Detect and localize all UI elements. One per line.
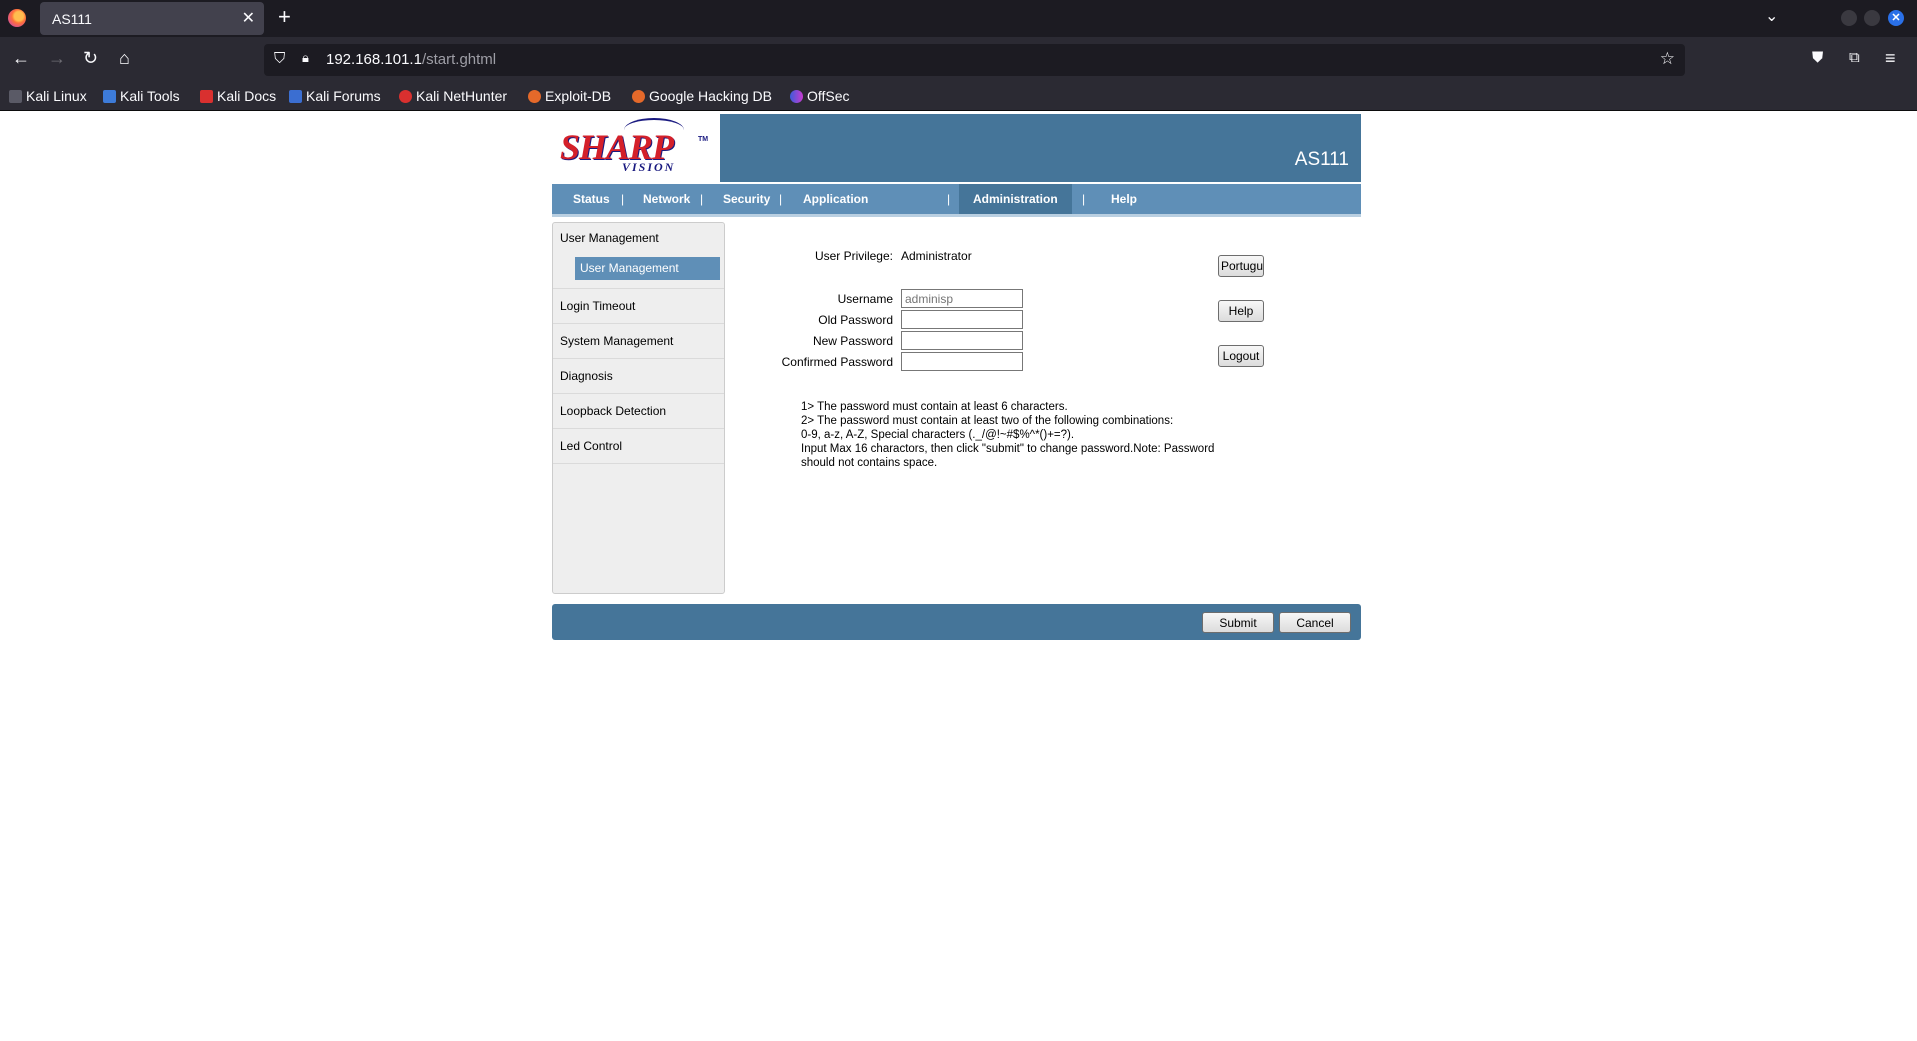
page-header: SHARP VISION TM AS111 [552,114,1361,182]
password-rule-2: 2> The password must contain at least tw… [801,415,1174,427]
new-password-label: New Password [812,334,893,348]
bookmark-offsec[interactable]: OffSec [790,88,850,104]
url-path: /start.ghtml [421,51,497,68]
bookmark-kali-linux[interactable]: Kali Linux [9,88,87,104]
kali-forums-icon [289,90,302,103]
bookmark-label: Kali Forums [306,88,381,104]
bookmark-label: Kali Docs [217,88,277,104]
sidebar-item-system-management[interactable]: System Management [553,324,724,359]
menu-help[interactable]: Help [1097,184,1151,214]
url-text[interactable]: 192.168.101.1/start.ghtml [326,51,496,68]
google-hacking-db-icon [632,90,645,103]
menu-separator: | [1082,192,1086,206]
menu-application[interactable]: Application [789,184,882,214]
menu-separator: | [947,192,951,206]
sidebar-item-led-control[interactable]: Led Control [553,429,724,464]
password-rule-3: 0-9, a-z, A-Z, Special characters (._/@!… [801,429,1075,441]
bookmark-label: Kali Tools [120,88,180,104]
help-button[interactable]: Help [1218,300,1264,322]
home-icon[interactable]: ⌂ [119,48,130,68]
menu-separator: | [779,192,783,206]
bookmark-label: Kali Linux [26,88,87,104]
user-privilege-label: User Privilege: [814,249,893,263]
bookmarks-toolbar: Kali Linux Kali Tools Kali Docs Kali For… [0,83,1917,111]
new-password-field[interactable] [901,331,1023,350]
password-rule-4: Input Max 16 charactors, then click "sub… [801,443,1218,469]
close-tab-icon[interactable]: ✕ [242,8,255,28]
bookmark-kali-docs[interactable]: Kali Docs [200,88,276,104]
extensions-icon[interactable]: ⧉ [1849,48,1860,68]
exploit-db-icon [528,90,541,103]
kali-docs-icon [200,90,213,103]
back-arrow-icon[interactable]: ← [12,48,30,68]
language-button[interactable]: Portuguese [1218,255,1264,277]
password-rule-1: 1> The password must contain at least 6 … [801,401,1068,413]
menu-administration[interactable]: Administration [959,184,1072,214]
hamburger-menu-icon[interactable]: ≡ [1885,48,1896,68]
tracking-shield-icon[interactable]: ⛉ [274,50,285,67]
sidebar-item-loopback-detection[interactable]: Loopback Detection [553,394,724,429]
action-bar: Submit Cancel [552,604,1361,640]
menu-separator: | [621,192,625,206]
logo-subtext: VISION [622,160,676,174]
user-management-form: User Privilege: Administrator Username O… [726,222,1361,594]
sidebar-item-login-timeout[interactable]: Login Timeout [553,289,724,324]
close-window-icon[interactable]: ✕ [1888,10,1904,26]
tab-title: AS111 [52,11,92,27]
logo-trademark: TM [698,136,709,143]
bookmark-label: Google Hacking DB [649,88,772,104]
url-bar[interactable]: ⛉ 🔒︎ 192.168.101.1/start.ghtml ☆ [264,44,1685,76]
confirmed-password-field[interactable] [901,352,1023,371]
device-model: AS111 [1294,149,1349,170]
logout-button[interactable]: Logout [1218,345,1264,367]
sidebar-subitem-user-management[interactable]: User Management [575,257,720,280]
reload-icon[interactable]: ↻ [83,48,98,68]
bookmark-exploit-db[interactable]: Exploit-DB [528,88,611,104]
sidebar-group-user-management: User Management User Management [553,223,724,289]
username-field[interactable] [901,289,1023,308]
main-menu: Status | Network | Security | Applicatio… [552,184,1361,217]
bookmark-kali-tools[interactable]: Kali Tools [103,88,180,104]
cancel-button[interactable]: Cancel [1279,612,1351,633]
user-privilege-value: Administrator [901,249,972,263]
old-password-field[interactable] [901,310,1023,329]
minimize-window-icon[interactable] [1841,10,1857,26]
offsec-icon [790,90,803,103]
pocket-icon[interactable]: ⛊ [1812,48,1823,68]
sidebar-item-user-management[interactable]: User Management [560,231,659,245]
chevron-down-icon[interactable]: ⌄ [1765,6,1778,26]
menu-network[interactable]: Network [629,184,704,214]
bookmark-label: OffSec [807,88,850,104]
header-band: AS111 [720,114,1361,182]
browser-tab-bar: AS111 ✕ + ⌄ ✕ [0,0,1917,37]
lock-icon[interactable]: 🔒︎ [302,50,309,66]
admin-sidebar: User Management User Management Login Ti… [552,222,725,594]
kali-dragon-icon [9,90,22,103]
confirmed-password-label: Confirmed Password [781,355,893,369]
old-password-label: Old Password [818,313,893,327]
firefox-logo-icon [8,9,26,27]
browser-tab[interactable]: AS111 ✕ [40,2,264,35]
bookmark-google-hacking-db[interactable]: Google Hacking DB [632,88,772,104]
bookmark-kali-nethunter[interactable]: Kali NetHunter [399,88,507,104]
submit-button[interactable]: Submit [1202,612,1274,633]
password-rules: 1> The password must contain at least 6 … [801,400,1241,470]
bookmark-label: Kali NetHunter [416,88,508,104]
menu-separator: | [700,192,704,206]
maximize-window-icon[interactable] [1864,10,1880,26]
menu-security[interactable]: Security [709,184,784,214]
menu-status[interactable]: Status [559,184,624,214]
url-host: 192.168.101.1 [326,51,422,68]
forward-arrow-icon[interactable]: → [48,48,66,68]
browser-nav-bar: ← → ↻ ⌂ ⛉ 🔒︎ 192.168.101.1/start.ghtml ☆… [0,37,1917,83]
new-tab-icon[interactable]: + [278,4,291,30]
bookmark-star-icon[interactable]: ☆ [1660,49,1675,69]
bookmark-kali-forums[interactable]: Kali Forums [289,88,381,104]
username-label: Username [837,292,893,306]
kali-tools-icon [103,90,116,103]
kali-nethunter-icon [399,90,412,103]
sharp-vision-logo: SHARP VISION TM [552,114,720,182]
sidebar-item-diagnosis[interactable]: Diagnosis [553,359,724,394]
bookmark-label: Exploit-DB [545,88,612,104]
